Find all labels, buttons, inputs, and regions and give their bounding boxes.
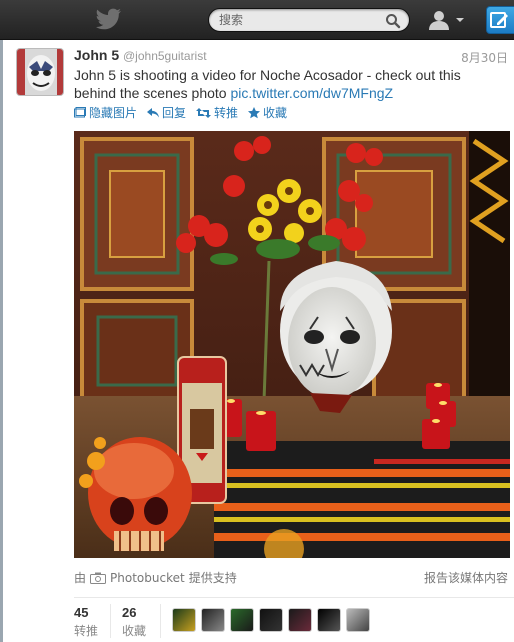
reply-button[interactable]: 回复	[147, 104, 186, 121]
tweet-actions: 隐藏图片 回复 转推 收藏	[74, 104, 287, 121]
avatar[interactable]	[259, 608, 283, 632]
retweet-label: 转推	[214, 106, 239, 120]
avatar[interactable]	[288, 608, 312, 632]
favorite-stat[interactable]: 26 收藏	[122, 605, 146, 639]
retweet-stat[interactable]: 45 转推	[74, 605, 98, 639]
favorite-count: 26	[122, 605, 137, 620]
tweet-date[interactable]: 8月30日	[461, 49, 508, 66]
media-credit: 由 Photobucket 提供支持	[74, 569, 237, 586]
page-left-edge	[0, 40, 3, 642]
avatar[interactable]	[16, 48, 64, 96]
stats-divider	[74, 597, 514, 598]
retweet-icon	[196, 107, 212, 118]
avatar[interactable]	[317, 608, 341, 632]
retweet-count: 45	[74, 605, 89, 620]
search-icon[interactable]	[385, 13, 401, 29]
media-credit-prefix: 由	[74, 571, 87, 585]
favorite-label: 收藏	[263, 106, 288, 120]
favorite-button[interactable]: 收藏	[248, 104, 287, 121]
author-handle[interactable]: @john5guitarist	[123, 49, 207, 63]
avatar[interactable]	[201, 608, 225, 632]
camera-icon	[90, 572, 107, 584]
media-credit-source[interactable]: Photobucket	[110, 571, 185, 585]
favorite-count-label: 收藏	[122, 624, 147, 638]
avatar[interactable]	[172, 608, 196, 632]
avatar[interactable]	[230, 608, 254, 632]
stat-separator	[160, 604, 161, 638]
reply-label: 回复	[162, 106, 187, 120]
user-menu-icon[interactable]	[428, 9, 468, 31]
retweet-button[interactable]: 转推	[196, 104, 238, 121]
top-navigation-bar	[0, 0, 514, 40]
retweet-count-label: 转推	[74, 624, 99, 638]
striped-cloth	[214, 441, 510, 558]
hide-media-button[interactable]: 隐藏图片	[74, 104, 137, 121]
tweet-photo-link[interactable]: pic.twitter.com/dw7MFngZ	[230, 85, 393, 101]
tweet-photo[interactable]	[74, 131, 510, 558]
tweet-text: John 5 is shooting a video for Noche Aco…	[74, 66, 494, 102]
compose-icon	[490, 12, 508, 28]
search-input[interactable]	[219, 12, 379, 28]
compose-tweet-button[interactable]	[486, 6, 514, 34]
stat-separator	[110, 604, 111, 638]
media-icon	[74, 107, 86, 118]
hide-media-label: 隐藏图片	[89, 106, 138, 120]
favoriter-avatars	[172, 608, 370, 632]
twitter-bird-icon[interactable]	[96, 8, 122, 30]
star-icon	[248, 106, 261, 118]
reply-icon	[147, 107, 160, 117]
altar-photo-image	[74, 131, 510, 558]
author-name[interactable]: John 5	[74, 47, 119, 63]
media-credit-suffix: 提供支持	[188, 571, 237, 585]
avatar[interactable]	[346, 608, 370, 632]
search-box[interactable]	[208, 8, 410, 32]
avatar-image	[17, 49, 63, 95]
report-media-link[interactable]: 报告该媒体内容	[424, 569, 508, 586]
